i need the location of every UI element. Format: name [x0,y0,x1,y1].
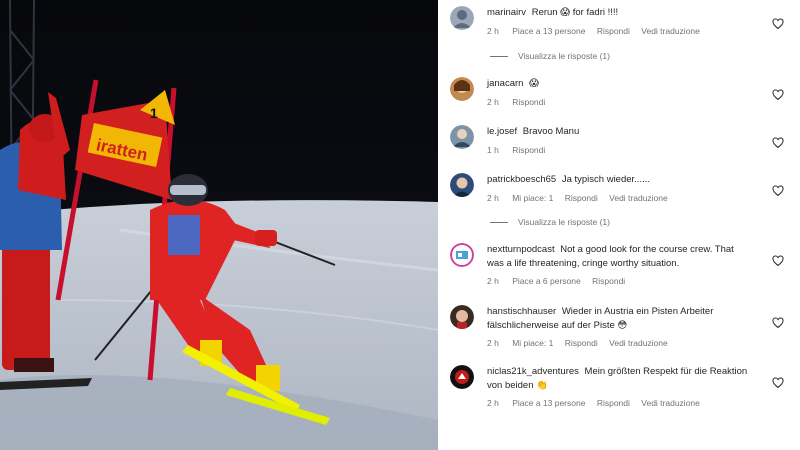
avatar[interactable] [450,305,474,329]
heart-icon[interactable] [772,89,784,101]
reply-button[interactable]: Rispondi [597,398,630,408]
reply-button[interactable]: Rispondi [597,26,630,36]
comment-meta: 2 h Piace a 13 persone Rispondi Vedi tra… [487,25,749,39]
comment-time[interactable]: 1 h [487,145,499,155]
post-video[interactable]: iratten 1 [0,0,438,450]
avatar[interactable] [450,173,474,197]
comment-text: Rerun 😱 for fadri !!!! [531,7,619,18]
comment-username[interactable]: marinairv [487,7,526,18]
heart-icon[interactable] [772,255,784,267]
comment-meta: 2 h Rispondi [487,96,749,110]
reply-button[interactable]: Rispondi [512,97,545,107]
avatar[interactable] [450,77,474,101]
comment-meta: 2 h Piace a 6 persone Rispondi [487,275,749,289]
avatar[interactable] [450,125,474,149]
translate-button[interactable]: Vedi traduzione [609,193,668,203]
translate-button[interactable]: Vedi traduzione [641,26,700,36]
heart-icon[interactable] [772,185,784,197]
heart-icon[interactable] [772,377,784,389]
reply-button[interactable]: Rispondi [512,145,545,155]
comment-username[interactable]: niclas21k_adventures [487,366,579,377]
comment-time[interactable]: 2 h [487,276,499,286]
replies-line [490,56,508,58]
translate-button[interactable]: Vedi traduzione [609,338,668,348]
comment-time[interactable]: 2 h [487,97,499,107]
reply-button[interactable]: Rispondi [565,193,598,203]
comment-text: Bravoo Manu [522,126,580,137]
comment-meta: 2 h Piace a 13 persone Rispondi Vedi tra… [487,397,749,411]
comment-likes[interactable]: Mi piace: 1 [512,338,553,348]
heart-icon[interactable] [772,317,784,329]
comment-username[interactable]: janacarn [487,78,523,89]
view-replies-button[interactable]: Visualizza le risposte (1) [490,217,610,227]
comment-meta: 2 h Mi piace: 1 Rispondi Vedi traduzione [487,192,749,206]
avatar[interactable] [450,243,474,267]
translate-button[interactable]: Vedi traduzione [641,398,700,408]
avatar[interactable] [450,6,474,30]
comment-time[interactable]: 2 h [487,193,499,203]
comments-panel: marinairv Rerun 😱 for fadri !!!! 2 h Pia… [438,0,800,450]
reply-button[interactable]: Rispondi [592,276,625,286]
replies-line [490,222,508,224]
view-replies-button[interactable]: Visualizza le risposte (1) [490,51,610,61]
comment-username[interactable]: patrickboesch65 [487,174,556,185]
comment-username[interactable]: nextturnpodcast [487,244,555,255]
comment-username[interactable]: hanstischhauser [487,306,556,317]
heart-icon[interactable] [772,18,784,30]
comment-likes[interactable]: Piace a 13 persone [512,26,585,36]
reply-button[interactable]: Rispondi [565,338,598,348]
view-replies-label: Visualizza le risposte (1) [518,217,610,227]
comment-meta: 1 h Rispondi [487,144,749,158]
comment-meta: 2 h Mi piace: 1 Rispondi Vedi traduzione [487,337,749,351]
view-replies-label: Visualizza le risposte (1) [518,51,610,61]
comment-time[interactable]: 2 h [487,398,499,408]
comment-text: Ja typisch wieder...... [561,174,651,185]
heart-icon[interactable] [772,137,784,149]
comment-time[interactable]: 2 h [487,338,499,348]
svg-text:1: 1 [150,105,158,121]
ski-race-scene: iratten 1 [0,0,438,450]
comment-time[interactable]: 2 h [487,26,499,36]
avatar[interactable] [450,365,474,389]
comment-username[interactable]: le.josef [487,126,517,137]
comment-likes[interactable]: Piace a 13 persone [512,398,585,408]
comment-likes[interactable]: Mi piace: 1 [512,193,553,203]
comment-text: 😱 [529,78,539,89]
comment-likes[interactable]: Piace a 6 persone [512,276,581,286]
